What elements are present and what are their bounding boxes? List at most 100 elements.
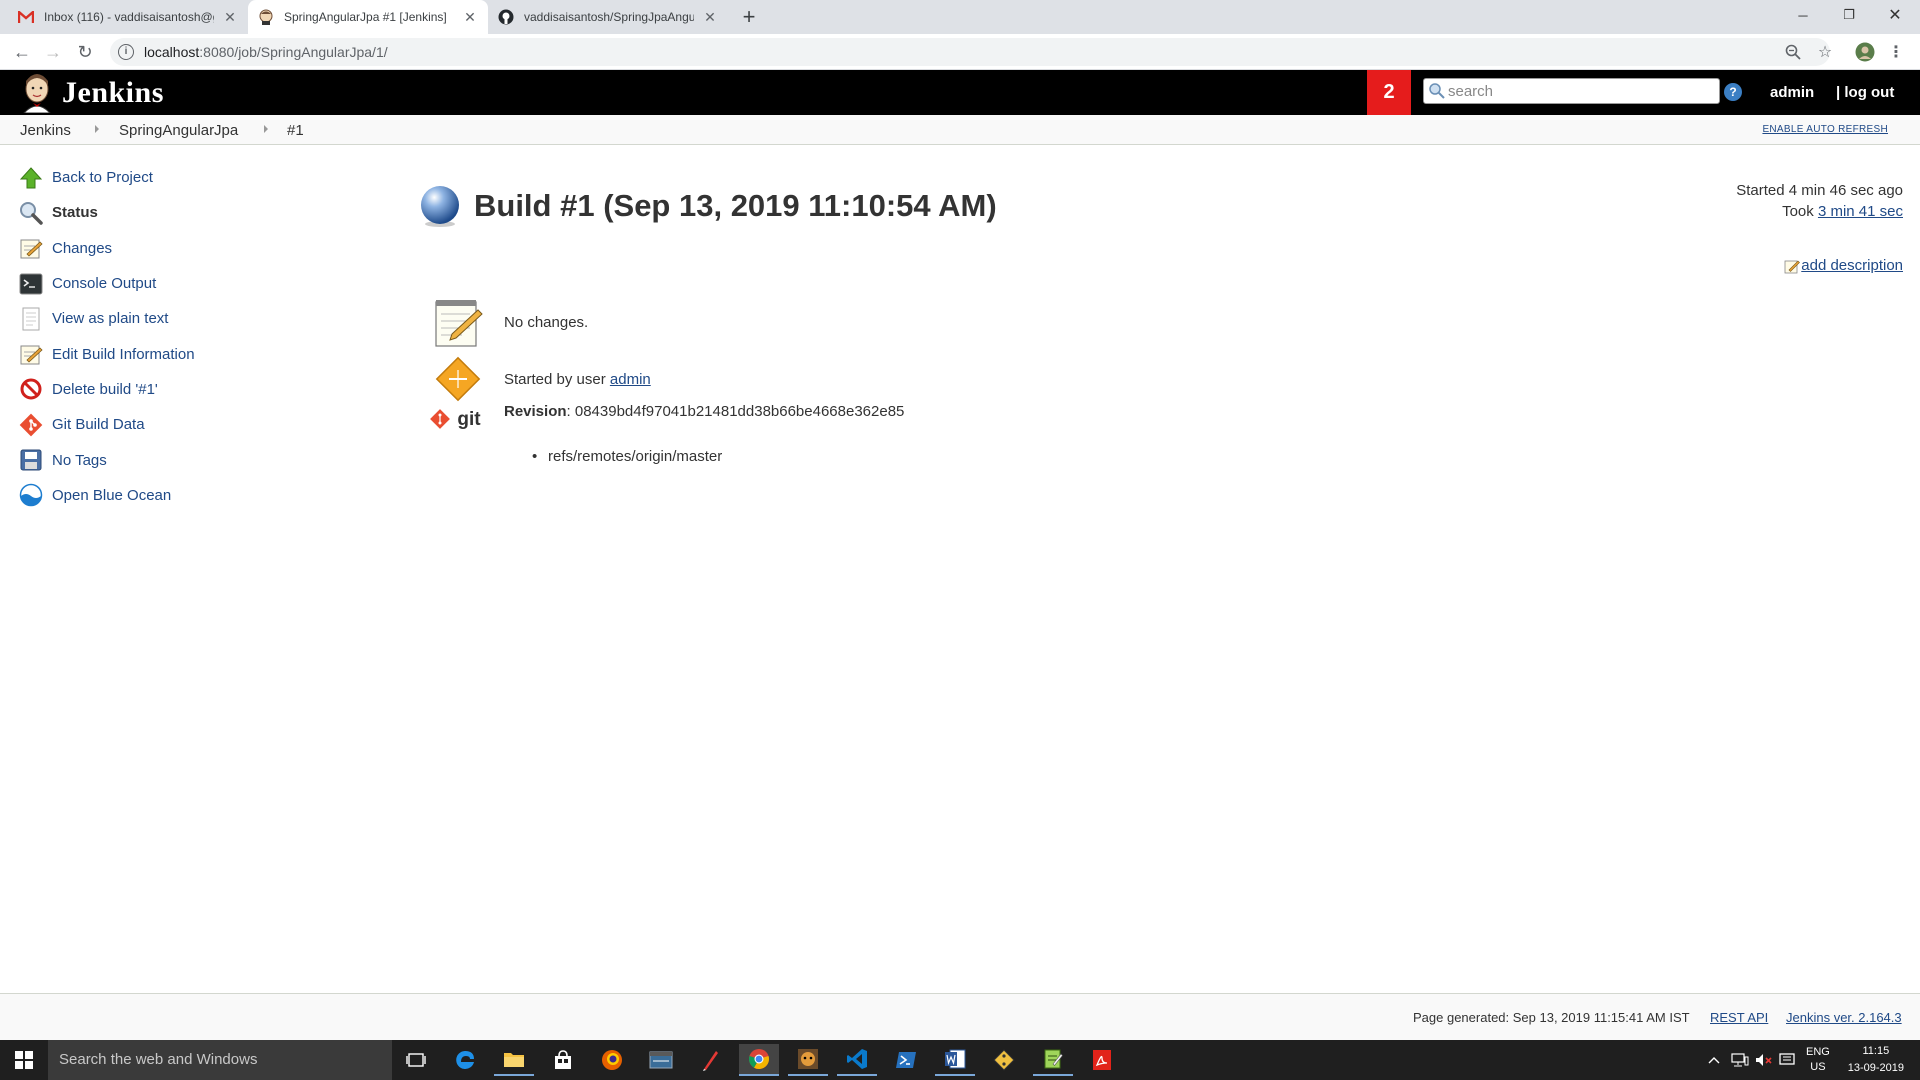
no-entry-icon	[18, 376, 44, 402]
profile-avatar[interactable]	[1855, 42, 1875, 62]
mysql-workbench-icon[interactable]	[641, 1044, 681, 1076]
minimize-button[interactable]: ─	[1780, 0, 1826, 30]
language-code: ENG	[1806, 1046, 1830, 1058]
git-logo-icon: git	[430, 406, 486, 434]
sidebar-item-view-plain-text[interactable]: View as plain text	[18, 301, 318, 336]
restore-button[interactable]: ❐	[1826, 0, 1872, 30]
sidebar-item-changes[interactable]: Changes	[18, 231, 318, 266]
network-icon[interactable]	[1731, 1040, 1749, 1080]
sidebar-item-label: Git Build Data	[52, 416, 145, 434]
volume-muted-icon[interactable]	[1755, 1040, 1773, 1080]
changes-summary: No changes.	[430, 294, 588, 350]
sidebar-item-back-to-project[interactable]: Back to Project	[18, 160, 318, 195]
taskbar-search-input[interactable]: Search the web and Windows	[48, 1040, 392, 1080]
firefox-icon[interactable]	[592, 1044, 632, 1076]
sidebar-item-open-blue-ocean[interactable]: Open Blue Ocean	[18, 478, 318, 513]
jenkins-butler-icon	[23, 74, 51, 113]
up-arrow-icon	[18, 165, 44, 191]
back-arrow-icon[interactable]: ←	[10, 40, 34, 64]
gmail-icon	[18, 9, 34, 25]
sidebar-item-edit-build-information[interactable]: Edit Build Information	[18, 336, 318, 371]
enable-auto-refresh-link[interactable]: ENABLE AUTO REFRESH	[1762, 124, 1888, 135]
windows-start-icon[interactable]	[0, 1040, 48, 1080]
sidebar-item-console-output[interactable]: Console Output	[18, 266, 318, 301]
reload-icon[interactable]: ↻	[73, 40, 97, 64]
breadcrumb-build[interactable]: #1	[287, 122, 304, 139]
close-window-button[interactable]: ✕	[1872, 0, 1918, 30]
taskbar-clock[interactable]: 11:15 13-09-2019	[1848, 1043, 1904, 1077]
show-hidden-icons-icon[interactable]	[1708, 1040, 1720, 1080]
menu-kebab-icon[interactable]: ⋮	[1886, 42, 1906, 62]
tab-github[interactable]: vaddisaisantosh/SpringJpaAngul ✕	[488, 0, 728, 34]
git-icon	[18, 412, 44, 438]
cause-summary: Started by user admin	[430, 351, 651, 407]
breadcrumb-separator-icon[interactable]	[95, 125, 99, 133]
search-placeholder: search	[1448, 82, 1494, 100]
edge-browser-icon[interactable]	[445, 1044, 485, 1076]
zoom-icon[interactable]	[1783, 42, 1803, 62]
task-view-icon[interactable]	[396, 1044, 436, 1076]
word-icon[interactable]	[935, 1044, 975, 1076]
tab-jenkins[interactable]: SpringAngularJpa #1 [Jenkins] ✕	[248, 0, 488, 34]
sidebar-item-status[interactable]: Status	[18, 195, 318, 230]
help-icon[interactable]: ?	[1724, 83, 1742, 101]
sidebar-item-delete-build[interactable]: Delete build '#1'	[18, 372, 318, 407]
breadcrumb-jenkins[interactable]: Jenkins	[20, 122, 71, 139]
breadcrumb-project[interactable]: SpringAngularJpa	[119, 122, 238, 139]
chrome-icon[interactable]	[739, 1044, 779, 1076]
search-box[interactable]: search	[1423, 78, 1720, 104]
git-gui-icon[interactable]	[984, 1044, 1024, 1076]
tab-gmail[interactable]: Inbox (116) - vaddisaisantosh@g ✕	[8, 0, 248, 34]
store-icon[interactable]	[543, 1044, 583, 1076]
tab-title: Inbox (116) - vaddisaisantosh@g	[44, 10, 214, 24]
took-prefix: Took	[1782, 203, 1818, 220]
info-icon[interactable]: i	[118, 44, 134, 60]
notification-badge[interactable]: 2	[1367, 70, 1411, 115]
close-tab-icon[interactable]: ✕	[222, 9, 238, 25]
sidebar-item-no-tags[interactable]: No Tags	[18, 442, 318, 477]
jenkins-version-link[interactable]: Jenkins ver. 2.164.3	[1786, 1010, 1902, 1025]
search-icon	[1429, 83, 1445, 99]
breadcrumb-separator-icon[interactable]	[264, 125, 268, 133]
user-link[interactable]: admin	[1770, 84, 1814, 101]
vscode-icon[interactable]	[837, 1044, 877, 1076]
new-tab-button[interactable]: +	[736, 4, 762, 30]
acrobat-icon[interactable]	[1082, 1044, 1122, 1076]
clock-date: 13-09-2019	[1847, 1062, 1904, 1074]
side-panel: Back to Project Status Changes Console O…	[18, 160, 318, 513]
forward-arrow-icon[interactable]: →	[41, 40, 65, 64]
add-description-link[interactable]: add description	[1784, 257, 1903, 274]
tiger-app-icon[interactable]	[788, 1044, 828, 1076]
file-explorer-icon[interactable]	[494, 1044, 534, 1076]
build-status-ball-icon	[421, 186, 459, 227]
notepad-plus-icon[interactable]	[1033, 1044, 1073, 1076]
sidebar-item-git-build-data[interactable]: Git Build Data	[18, 407, 318, 442]
browser-tab-strip: Inbox (116) - vaddisaisantosh@g ✕ Spring…	[0, 0, 1920, 34]
pen-tool-icon[interactable]	[690, 1044, 730, 1076]
language-indicator[interactable]: ENG US	[1806, 1040, 1830, 1080]
powershell-icon[interactable]	[886, 1044, 926, 1076]
sidebar-item-label: Edit Build Information	[52, 345, 195, 363]
close-tab-icon[interactable]: ✕	[462, 9, 478, 25]
close-tab-icon[interactable]: ✕	[702, 9, 718, 25]
revision-hash: : 08439bd4f97041b21481dd38b66be4668e362e…	[566, 402, 905, 420]
clock-time: 11:15	[1862, 1045, 1890, 1057]
notepad-icon	[430, 294, 486, 350]
jenkins-logo-link[interactable]: Jenkins	[18, 73, 164, 113]
build-timing: Started 4 min 46 sec ago Took 3 min 41 s…	[1736, 180, 1903, 222]
save-icon	[18, 447, 44, 473]
sidebar-item-label: View as plain text	[52, 310, 169, 328]
build-duration-link[interactable]: 3 min 41 sec	[1818, 203, 1903, 220]
action-center-icon[interactable]	[1779, 1040, 1795, 1080]
edit-note-icon	[1784, 260, 1801, 273]
page-generated-text: Page generated: Sep 13, 2019 11:15:41 AM…	[1413, 1010, 1690, 1025]
sidebar-item-label: Changes	[52, 239, 113, 257]
started-by-user-link[interactable]: admin	[610, 371, 651, 388]
rest-api-link[interactable]: REST API	[1710, 1010, 1768, 1025]
logout-link[interactable]: | log out	[1836, 84, 1894, 101]
magnifier-icon	[18, 200, 44, 226]
started-by-prefix: Started by user	[504, 370, 610, 388]
address-bar[interactable]: i localhost:8080/job/SpringAngularJpa/1/	[110, 38, 1830, 66]
document-icon	[18, 306, 44, 332]
bookmark-star-icon[interactable]: ☆	[1815, 42, 1835, 62]
